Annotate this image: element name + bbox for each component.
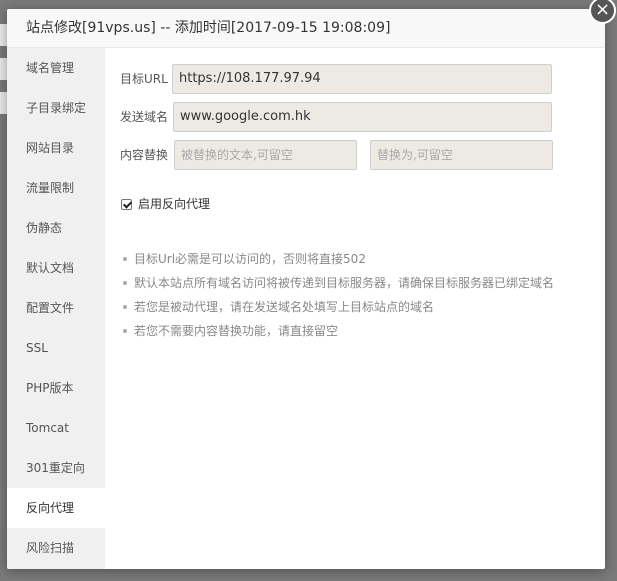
close-button[interactable]: ×: [589, 0, 616, 24]
sidebar-item-domain-management[interactable]: 域名管理: [7, 48, 105, 88]
send-domain-input[interactable]: www.google.com.hk: [173, 102, 552, 132]
sidebar-item-risk-scan[interactable]: 风险扫描: [7, 528, 105, 568]
sidebar-item-subdirectory-binding[interactable]: 子目录绑定: [7, 88, 105, 128]
sidebar-item-tomcat[interactable]: Tomcat: [7, 408, 105, 448]
tip-item: 若您是被动代理，请在发送域名处填写上目标站点的域名: [123, 299, 554, 323]
sidebar-item-traffic-limit[interactable]: 流量限制: [7, 168, 105, 208]
tip-item: 默认本站点所有域名访问将被传递到目标服务器，请确保目标服务器已绑定域名: [123, 275, 554, 299]
send-domain-label: 发送域名: [120, 110, 169, 124]
target-url-input[interactable]: https://108.177.97.94: [172, 64, 552, 94]
replace-to-input[interactable]: 替换为,可留空: [370, 140, 553, 170]
sidebar-item-config-file[interactable]: 配置文件: [7, 288, 105, 328]
enable-proxy-label: 启用反向代理: [138, 197, 211, 211]
settings-sidebar: 域名管理 子目录绑定 网站目录 流量限制 伪静态 默认文档 配置文件 SSL P…: [7, 48, 105, 569]
sidebar-item-default-document[interactable]: 默认文档: [7, 248, 105, 288]
sidebar-item-site-directory[interactable]: 网站目录: [7, 128, 105, 168]
content-replace-label: 内容替换: [120, 148, 169, 162]
sidebar-item-php-version[interactable]: PHP版本: [7, 368, 105, 408]
target-url-label: 目标URL: [120, 72, 168, 86]
close-icon: ×: [594, 0, 611, 20]
help-tips: 目标Url必需是可以访问的，否则将直接502 默认本站点所有域名访问将被传递到目…: [123, 251, 554, 347]
reverse-proxy-panel: 目标URL https://108.177.97.94 发送域名 www.goo…: [105, 48, 605, 569]
enable-proxy-checkbox[interactable]: [121, 199, 132, 210]
sidebar-item-rewrite[interactable]: 伪静态: [7, 208, 105, 248]
sidebar-item-ssl[interactable]: SSL: [7, 328, 105, 368]
enable-proxy-option[interactable]: 启用反向代理: [121, 195, 210, 213]
sidebar-item-reverse-proxy[interactable]: 反向代理: [7, 488, 105, 528]
tip-item: 目标Url必需是可以访问的，否则将直接502: [123, 251, 554, 275]
sidebar-item-301-redirect[interactable]: 301重定向: [7, 448, 105, 488]
dialog-title: 站点修改[91vps.us] -- 添加时间[2017-09-15 19:08:…: [7, 9, 605, 48]
site-edit-dialog: 站点修改[91vps.us] -- 添加时间[2017-09-15 19:08:…: [7, 9, 605, 569]
tip-item: 若您不需要内容替换功能，请直接留空: [123, 323, 554, 347]
replace-from-input[interactable]: 被替换的文本,可留空: [174, 140, 357, 170]
